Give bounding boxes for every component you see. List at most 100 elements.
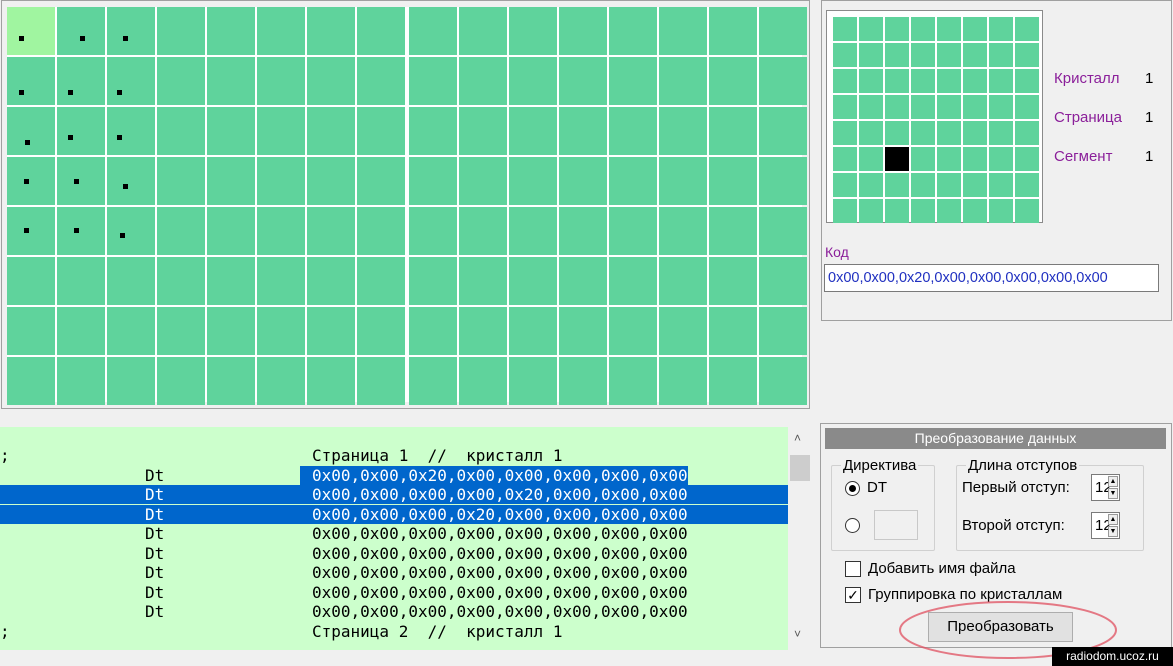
pixel-cell[interactable] — [57, 7, 105, 55]
pixel-cell[interactable] — [157, 107, 205, 155]
listing-line[interactable]: Dt 0x00,0x00,0x00,0x00,0x00,0x00,0x00,0x0… — [0, 583, 788, 602]
pixel-cell[interactable] — [459, 157, 507, 205]
segment-cell[interactable] — [833, 173, 857, 197]
pixel-cell[interactable] — [509, 157, 557, 205]
pixel-cell[interactable] — [7, 57, 55, 105]
segment-cell[interactable] — [937, 147, 961, 171]
pixel-cell[interactable] — [409, 307, 457, 355]
segment-cell[interactable] — [989, 199, 1013, 223]
pixel-cell[interactable] — [509, 107, 557, 155]
segment-cell[interactable] — [1015, 43, 1039, 67]
pixel-cell[interactable] — [357, 357, 405, 405]
pixel-cell[interactable] — [307, 257, 355, 305]
pixel-cell[interactable] — [459, 207, 507, 255]
pixel-cell[interactable] — [207, 57, 255, 105]
segment-cell[interactable] — [963, 17, 987, 41]
segment-cell[interactable] — [1015, 69, 1039, 93]
pixel-cell[interactable] — [559, 107, 607, 155]
pixel-cell[interactable] — [609, 257, 657, 305]
segment-cell[interactable] — [1015, 173, 1039, 197]
pixel-cell[interactable] — [559, 157, 607, 205]
segment-cell[interactable] — [859, 69, 883, 93]
pixel-cell[interactable] — [759, 7, 807, 55]
pixel-cell[interactable] — [357, 307, 405, 355]
pixel-cell[interactable] — [107, 207, 155, 255]
pixel-cell[interactable] — [609, 7, 657, 55]
pixel-cell[interactable] — [709, 357, 757, 405]
segment-cell[interactable] — [989, 43, 1013, 67]
pixel-cell[interactable] — [207, 257, 255, 305]
segment-cell[interactable] — [885, 43, 909, 67]
pixel-cell[interactable] — [509, 57, 557, 105]
pixel-cell[interactable] — [157, 307, 205, 355]
pixel-cell[interactable] — [57, 57, 105, 105]
segment-cell[interactable] — [859, 43, 883, 67]
directive-custom-radio[interactable] — [845, 518, 860, 533]
pixel-cell[interactable] — [7, 7, 55, 55]
segment-cell[interactable] — [937, 95, 961, 119]
pixel-cell[interactable] — [759, 257, 807, 305]
listing-line[interactable]: Dt 0x00,0x00,0x00,0x20,0x00,0x00,0x00,0x0… — [0, 504, 788, 524]
pixel-cell[interactable] — [759, 57, 807, 105]
segment-cell[interactable] — [963, 147, 987, 171]
pixel-cell[interactable] — [709, 207, 757, 255]
pixel-cell[interactable] — [609, 357, 657, 405]
pixel-editor-grid[interactable] — [7, 7, 807, 405]
segment-cell[interactable] — [833, 199, 857, 223]
pixel-cell[interactable] — [7, 157, 55, 205]
pixel-cell[interactable] — [559, 57, 607, 105]
pixel-cell[interactable] — [7, 107, 55, 155]
segment-cell[interactable] — [911, 17, 935, 41]
pixel-cell[interactable] — [157, 207, 205, 255]
segment-cell[interactable] — [989, 173, 1013, 197]
segment-cell[interactable] — [885, 199, 909, 223]
pixel-cell[interactable] — [409, 207, 457, 255]
listing-line[interactable]: Dt 0x00,0x00,0x00,0x00,0x20,0x00,0x00,0x0… — [0, 485, 788, 504]
pixel-cell[interactable] — [157, 57, 205, 105]
pixel-cell[interactable] — [257, 307, 305, 355]
pixel-cell[interactable] — [759, 357, 807, 405]
scroll-up-icon[interactable]: ˄ — [794, 431, 801, 445]
pixel-cell[interactable] — [609, 207, 657, 255]
segment-cell[interactable] — [885, 95, 909, 119]
pixel-cell[interactable] — [207, 7, 255, 55]
segment-cell[interactable] — [833, 121, 857, 145]
segment-cell[interactable] — [989, 69, 1013, 93]
chevron-down-icon[interactable]: ▼ — [1108, 488, 1118, 499]
pixel-cell[interactable] — [207, 307, 255, 355]
first-indent-stepper[interactable]: 12 ▲ ▼ — [1091, 474, 1120, 501]
pixel-cell[interactable] — [409, 157, 457, 205]
segment-cell[interactable] — [963, 43, 987, 67]
segment-cell[interactable] — [937, 69, 961, 93]
segment-cell[interactable] — [859, 121, 883, 145]
pixel-cell[interactable] — [659, 157, 707, 205]
listing-line[interactable]: ; Страница 1 // кристалл 1 — [0, 446, 788, 465]
pixel-cell[interactable] — [157, 7, 205, 55]
pixel-cell[interactable] — [107, 357, 155, 405]
segment-cell[interactable] — [859, 95, 883, 119]
listing-line[interactable]: Dt 0x00,0x00,0x00,0x00,0x00,0x00,0x00,0x0… — [0, 544, 788, 563]
segment-cell[interactable] — [833, 17, 857, 41]
segment-cell[interactable] — [859, 199, 883, 223]
asm-listing[interactable]: ; Страница 1 // кристалл 1 Dt 0x00,0x00,0x2… — [0, 427, 812, 650]
segment-cell[interactable] — [859, 17, 883, 41]
pixel-cell[interactable] — [207, 207, 255, 255]
segment-cell[interactable] — [885, 173, 909, 197]
pixel-cell[interactable] — [157, 257, 205, 305]
segment-selector-grid[interactable] — [826, 10, 1043, 223]
pixel-cell[interactable] — [57, 357, 105, 405]
segment-cell[interactable] — [937, 121, 961, 145]
pixel-cell[interactable] — [759, 307, 807, 355]
pixel-cell[interactable] — [307, 107, 355, 155]
segment-cell[interactable] — [833, 43, 857, 67]
segment-cell[interactable] — [885, 121, 909, 145]
segment-cell[interactable] — [963, 69, 987, 93]
pixel-cell[interactable] — [157, 157, 205, 205]
segment-cell[interactable] — [911, 43, 935, 67]
segment-cell[interactable] — [989, 121, 1013, 145]
segment-cell[interactable] — [989, 17, 1013, 41]
segment-cell-selected[interactable] — [885, 147, 909, 171]
segment-cell[interactable] — [1015, 147, 1039, 171]
pixel-cell[interactable] — [57, 207, 105, 255]
pixel-cell[interactable] — [7, 357, 55, 405]
